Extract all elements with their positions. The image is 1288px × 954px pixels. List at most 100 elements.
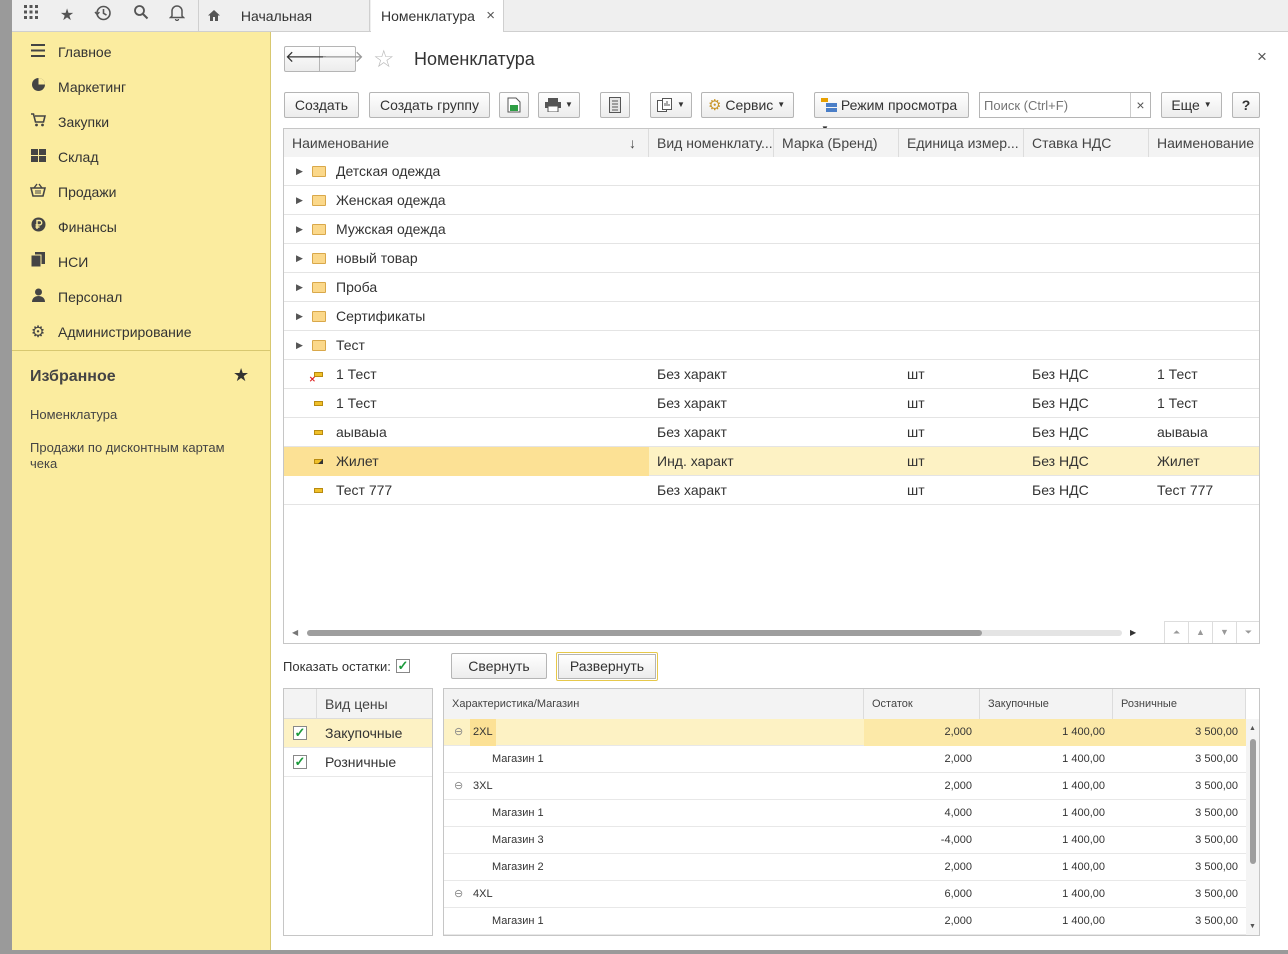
deleted-mark-icon: ✕ xyxy=(309,375,316,384)
expand-arrow-icon[interactable]: ▶ xyxy=(296,157,303,186)
go-first-icon[interactable]: ⏶ xyxy=(1164,622,1188,643)
table-row[interactable]: ✕ 1 Тест Без характ шт Без НДС 1 Тест xyxy=(284,360,1259,389)
cell-type: Без характ xyxy=(657,366,727,382)
sidebar-item-purchases[interactable]: Закупки xyxy=(12,105,271,140)
bell-icon[interactable] xyxy=(164,4,190,28)
table-row[interactable]: Жилет Инд. характ шт Без НДС Жилет xyxy=(284,447,1259,476)
sidebar-item-administration[interactable]: ⚙ Администрирование xyxy=(12,315,271,350)
search-clear-button[interactable]: × xyxy=(1130,93,1150,117)
stock-row[interactable]: Магазин 1 2,000 1 400,00 3 500,00 xyxy=(444,746,1246,773)
report-button[interactable]: ▼ xyxy=(650,92,692,118)
sidebar-item-marketing[interactable]: Маркетинг xyxy=(12,70,271,105)
stock-store-label: Магазин 1 xyxy=(492,807,544,819)
sidebar-item-warehouse[interactable]: Склад xyxy=(12,140,271,175)
table-row[interactable]: ▶ Сертификаты xyxy=(284,302,1259,331)
table-row[interactable]: аываыа Без характ шт Без НДС аываыа xyxy=(284,418,1259,447)
star-icon[interactable]: ★ xyxy=(54,4,80,28)
price-type-row[interactable]: ✓ Закупочные xyxy=(284,719,432,748)
stock-header-purchase[interactable]: Закупочные xyxy=(980,689,1113,719)
stock-row[interactable]: Магазин 2 2,000 1 400,00 3 500,00 xyxy=(444,854,1246,881)
horizontal-scrollbar[interactable] xyxy=(307,630,1122,636)
show-stock-checkbox[interactable]: ✓ xyxy=(396,659,410,673)
scrollbar-thumb[interactable] xyxy=(307,630,982,636)
scroll-down-icon[interactable]: ▼ xyxy=(1249,923,1256,930)
favorites-star-icon[interactable]: ★ xyxy=(233,365,249,386)
collapse-button[interactable]: Свернуть xyxy=(451,653,547,679)
stock-row[interactable]: Магазин 3 -4,000 1 400,00 3 500,00 xyxy=(444,827,1246,854)
stock-group-label: 4XL xyxy=(473,888,493,900)
scroll-left-icon[interactable]: ◀ xyxy=(292,628,298,637)
view-mode-button[interactable]: Режим просмотра ▼ xyxy=(814,92,969,133)
sidebar-item-sales[interactable]: Продажи xyxy=(12,175,271,210)
expand-button[interactable]: Развернуть xyxy=(556,652,658,681)
expand-arrow-icon[interactable]: ▶ xyxy=(296,215,303,244)
price-type-row[interactable]: ✓ Розничные xyxy=(284,748,432,777)
tab-close-icon[interactable]: × xyxy=(486,0,495,32)
table-row[interactable]: ▶ Детская одежда xyxy=(284,157,1259,186)
price-type-checkbox[interactable]: ✓ xyxy=(293,755,307,769)
stock-header-qty[interactable]: Остаток xyxy=(864,689,980,719)
price-type-checkbox[interactable]: ✓ xyxy=(293,726,307,740)
forward-arrow-icon[interactable]: 🡒 xyxy=(321,47,364,71)
sidebar-item-personnel[interactable]: Персонал xyxy=(12,280,271,315)
list-view-button[interactable] xyxy=(600,92,630,118)
expand-arrow-icon[interactable]: ▶ xyxy=(296,273,303,302)
more-button[interactable]: Еще ▼ xyxy=(1161,92,1222,118)
stock-row[interactable]: Магазин 1 4,000 1 400,00 3 500,00 xyxy=(444,800,1246,827)
favorite-star-icon[interactable]: ☆ xyxy=(373,45,395,74)
stock-header-characteristic[interactable]: Характеристика/Магазин xyxy=(444,689,864,719)
create-button[interactable]: Создать xyxy=(284,92,359,118)
expand-arrow-icon[interactable]: ▶ xyxy=(296,244,303,273)
sidebar-item-nsi[interactable]: НСИ xyxy=(12,245,271,280)
go-last-icon[interactable]: ⏷ xyxy=(1236,622,1259,643)
expand-arrow-icon[interactable]: ▶ xyxy=(296,186,303,215)
column-header-full-name[interactable]: Наименование по xyxy=(1149,129,1259,157)
sidebar-item-main[interactable]: Главное xyxy=(12,35,271,70)
table-row[interactable]: ▶ Женская одежда xyxy=(284,186,1259,215)
collapse-group-icon[interactable]: ⊖ xyxy=(454,881,463,908)
column-header-brand[interactable]: Марка (Бренд) xyxy=(774,129,899,157)
column-header-unit[interactable]: Единица измер... xyxy=(899,129,1024,157)
apps-grid-icon[interactable] xyxy=(18,4,44,28)
collapse-group-icon[interactable]: ⊖ xyxy=(454,719,463,746)
table-row[interactable]: ▶ Тест xyxy=(284,331,1259,360)
scroll-up-icon[interactable]: ▲ xyxy=(1249,725,1256,732)
basket-icon xyxy=(28,175,48,210)
help-button[interactable]: ? xyxy=(1232,92,1260,118)
scroll-right-icon[interactable]: ▶ xyxy=(1130,628,1136,637)
vertical-scrollbar[interactable]: ▲ ▼ xyxy=(1246,719,1259,935)
favorite-link-discount-sales[interactable]: Продажи по дисконтным картам чека xyxy=(30,440,240,472)
expand-arrow-icon[interactable]: ▶ xyxy=(296,331,303,360)
stock-row[interactable]: Магазин 1 2,000 1 400,00 3 500,00 xyxy=(444,908,1246,935)
column-header-type[interactable]: Вид номенклату... xyxy=(649,129,774,157)
table-row[interactable]: 1 Тест Без характ шт Без НДС 1 Тест xyxy=(284,389,1259,418)
tab-nomenclature[interactable]: Номенклатура × xyxy=(371,0,504,33)
table-row[interactable]: ▶ Мужская одежда xyxy=(284,215,1259,244)
column-header-vat[interactable]: Ставка НДС xyxy=(1024,129,1149,157)
favorite-link-nomenclature[interactable]: Номенклатура xyxy=(30,407,117,422)
table-row[interactable]: ▶ новый товар xyxy=(284,244,1259,273)
table-row[interactable]: Тест 777 Без характ шт Без НДС Тест 777 xyxy=(284,476,1259,505)
create-group-button[interactable]: Создать группу xyxy=(369,92,490,118)
table-row[interactable]: ▶ Проба xyxy=(284,273,1259,302)
stock-row[interactable]: ⊖ 4XL 6,000 1 400,00 3 500,00 xyxy=(444,881,1246,908)
print-button[interactable]: ▼ xyxy=(538,92,580,118)
expand-arrow-icon[interactable]: ▶ xyxy=(296,302,303,331)
form-close-icon[interactable]: × xyxy=(1257,47,1267,67)
scrollbar-thumb[interactable] xyxy=(1250,739,1256,864)
stock-row[interactable]: ⊖ 2XL 2,000 1 400,00 3 500,00 xyxy=(444,719,1246,746)
column-header-name[interactable]: Наименование ↓ xyxy=(284,129,649,157)
back-arrow-icon[interactable]: 🡐 xyxy=(285,47,328,71)
sidebar-item-finance[interactable]: Финансы xyxy=(12,210,271,245)
excel-export-button[interactable] xyxy=(499,92,529,118)
history-icon[interactable] xyxy=(90,4,116,28)
tab-home[interactable]: Начальная страница xyxy=(198,0,370,57)
stock-row[interactable]: ⊖ 3XL 2,000 1 400,00 3 500,00 xyxy=(444,773,1246,800)
search-input[interactable] xyxy=(980,93,1130,117)
collapse-group-icon[interactable]: ⊖ xyxy=(454,773,463,800)
service-button[interactable]: ⚙ Сервис ▼ xyxy=(701,92,794,118)
go-up-icon[interactable]: ▲ xyxy=(1188,622,1212,643)
search-icon[interactable] xyxy=(128,4,154,28)
stock-header-retail[interactable]: Розничные xyxy=(1113,689,1246,719)
go-down-icon[interactable]: ▼ xyxy=(1212,622,1236,643)
